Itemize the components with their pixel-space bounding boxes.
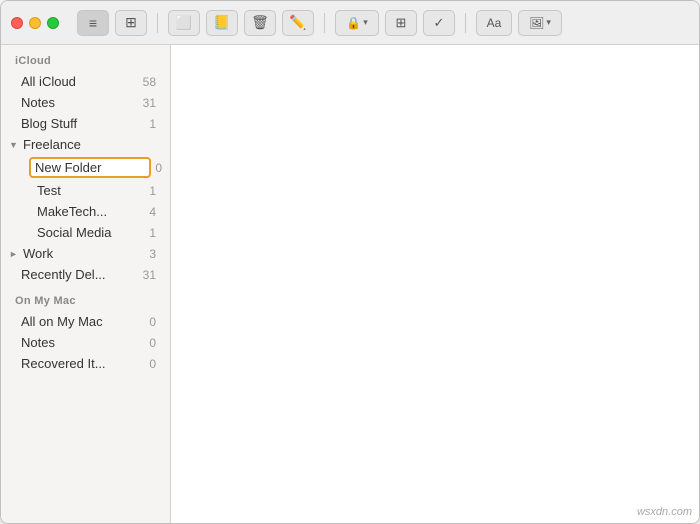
work-arrow-icon: ► <box>9 249 19 259</box>
minimize-button[interactable] <box>29 17 41 29</box>
sidebar-item-work[interactable]: ► Work 3 <box>1 243 170 264</box>
sidebar-item-recovered[interactable]: Recovered It... 0 <box>1 353 170 374</box>
titlebar: ≡ ⊞ ⬜ 📒 🗑 ✏️ <box>1 1 699 45</box>
list-view-icon: ≡ <box>89 15 97 31</box>
watermark: wsxdn.com <box>637 506 692 518</box>
note-area <box>171 45 699 523</box>
test-label: Test <box>37 183 145 198</box>
blog-stuff-count: 1 <box>149 117 156 131</box>
social-media-label: Social Media <box>37 225 145 240</box>
work-label: Work <box>23 246 145 261</box>
notes-mac-label: Notes <box>21 335 145 350</box>
all-icloud-count: 58 <box>143 75 156 89</box>
notes-icloud-label: Notes <box>21 95 139 110</box>
delete-button[interactable]: 🗑 <box>244 10 276 36</box>
main-content: iCloud All iCloud 58 Notes 31 Blog Stuff… <box>1 45 699 523</box>
sidebar-item-maketech[interactable]: MakeTech... 4 <box>1 201 170 222</box>
blog-stuff-label: Blog Stuff <box>21 116 145 131</box>
trash-icon: 🗑 <box>251 14 269 31</box>
sidebar-item-notes-icloud[interactable]: Notes 31 <box>1 92 170 113</box>
new-folder-input-wrapper[interactable] <box>29 157 151 178</box>
sidebar-item-all-icloud[interactable]: All iCloud 58 <box>1 71 170 92</box>
list-view-button[interactable]: ≡ <box>77 10 109 36</box>
all-my-mac-label: All on My Mac <box>21 314 145 329</box>
image-dropdown-arrow: ▾ <box>546 17 551 28</box>
image-button[interactable]: 🖼 ▾ <box>518 10 562 36</box>
all-icloud-label: All iCloud <box>21 74 139 89</box>
notes-mac-count: 0 <box>149 336 156 350</box>
freelance-arrow-icon: ▼ <box>9 140 19 150</box>
toolbar-divider-3 <box>465 13 466 33</box>
close-button[interactable] <box>11 17 23 29</box>
grid-view-button[interactable]: ⊞ <box>115 10 147 36</box>
icloud-section-header: iCloud <box>1 45 170 71</box>
social-media-count: 1 <box>149 226 156 240</box>
traffic-lights <box>11 17 59 29</box>
sidebar-toggle-button[interactable]: ⬜ <box>168 10 200 36</box>
sidebar-item-all-my-mac[interactable]: All on My Mac 0 <box>1 311 170 332</box>
lock-icon: 🔒 <box>346 16 361 30</box>
checklist-icon: ✓ <box>434 15 445 31</box>
notebook-icon: 📒 <box>213 14 230 31</box>
sidebar-item-recently-deleted[interactable]: Recently Del... 31 <box>1 264 170 285</box>
recently-deleted-label: Recently Del... <box>21 267 139 282</box>
lock-dropdown-arrow: ▾ <box>363 17 368 28</box>
notebook-button[interactable]: 📒 <box>206 10 238 36</box>
grid-view-icon: ⊞ <box>125 14 137 31</box>
sidebar-item-test[interactable]: Test 1 <box>1 180 170 201</box>
toolbar-divider-2 <box>324 13 325 33</box>
sidebar-item-social-media[interactable]: Social Media 1 <box>1 222 170 243</box>
sidebar-item-freelance[interactable]: ▼ Freelance <box>1 134 170 155</box>
table-button[interactable]: ⊞ <box>385 10 417 36</box>
maketech-count: 4 <box>149 205 156 219</box>
sidebar: iCloud All iCloud 58 Notes 31 Blog Stuff… <box>1 45 171 523</box>
recently-deleted-count: 31 <box>143 268 156 282</box>
compose-button[interactable]: ✏️ <box>282 10 314 36</box>
recovered-label: Recovered It... <box>21 356 145 371</box>
all-my-mac-count: 0 <box>149 315 156 329</box>
test-count: 1 <box>149 184 156 198</box>
maketech-label: MakeTech... <box>37 204 145 219</box>
sidebar-item-notes-mac[interactable]: Notes 0 <box>1 332 170 353</box>
new-folder-input[interactable] <box>35 160 115 175</box>
freelance-label: Freelance <box>23 137 152 152</box>
recovered-count: 0 <box>149 357 156 371</box>
sidebar-toggle-icon: ⬜ <box>176 15 192 31</box>
compose-icon: ✏️ <box>289 14 306 31</box>
image-icon: 🖼 <box>529 16 544 30</box>
sidebar-item-blog-stuff[interactable]: Blog Stuff 1 <box>1 113 170 134</box>
font-icon: Aa <box>487 16 502 30</box>
font-button[interactable]: Aa <box>476 10 512 36</box>
toolbar: ≡ ⊞ ⬜ 📒 🗑 ✏️ <box>77 10 562 36</box>
work-count: 3 <box>149 247 156 261</box>
checklist-button[interactable]: ✓ <box>423 10 455 36</box>
on-my-mac-section-header: On My Mac <box>1 285 170 311</box>
table-icon: ⊞ <box>396 15 407 31</box>
lock-button[interactable]: 🔒 ▾ <box>335 10 379 36</box>
notes-icloud-count: 31 <box>143 96 156 110</box>
new-folder-count: 0 <box>155 161 162 175</box>
sidebar-item-new-folder[interactable]: 0 <box>1 155 170 180</box>
toolbar-divider-1 <box>157 13 158 33</box>
maximize-button[interactable] <box>47 17 59 29</box>
